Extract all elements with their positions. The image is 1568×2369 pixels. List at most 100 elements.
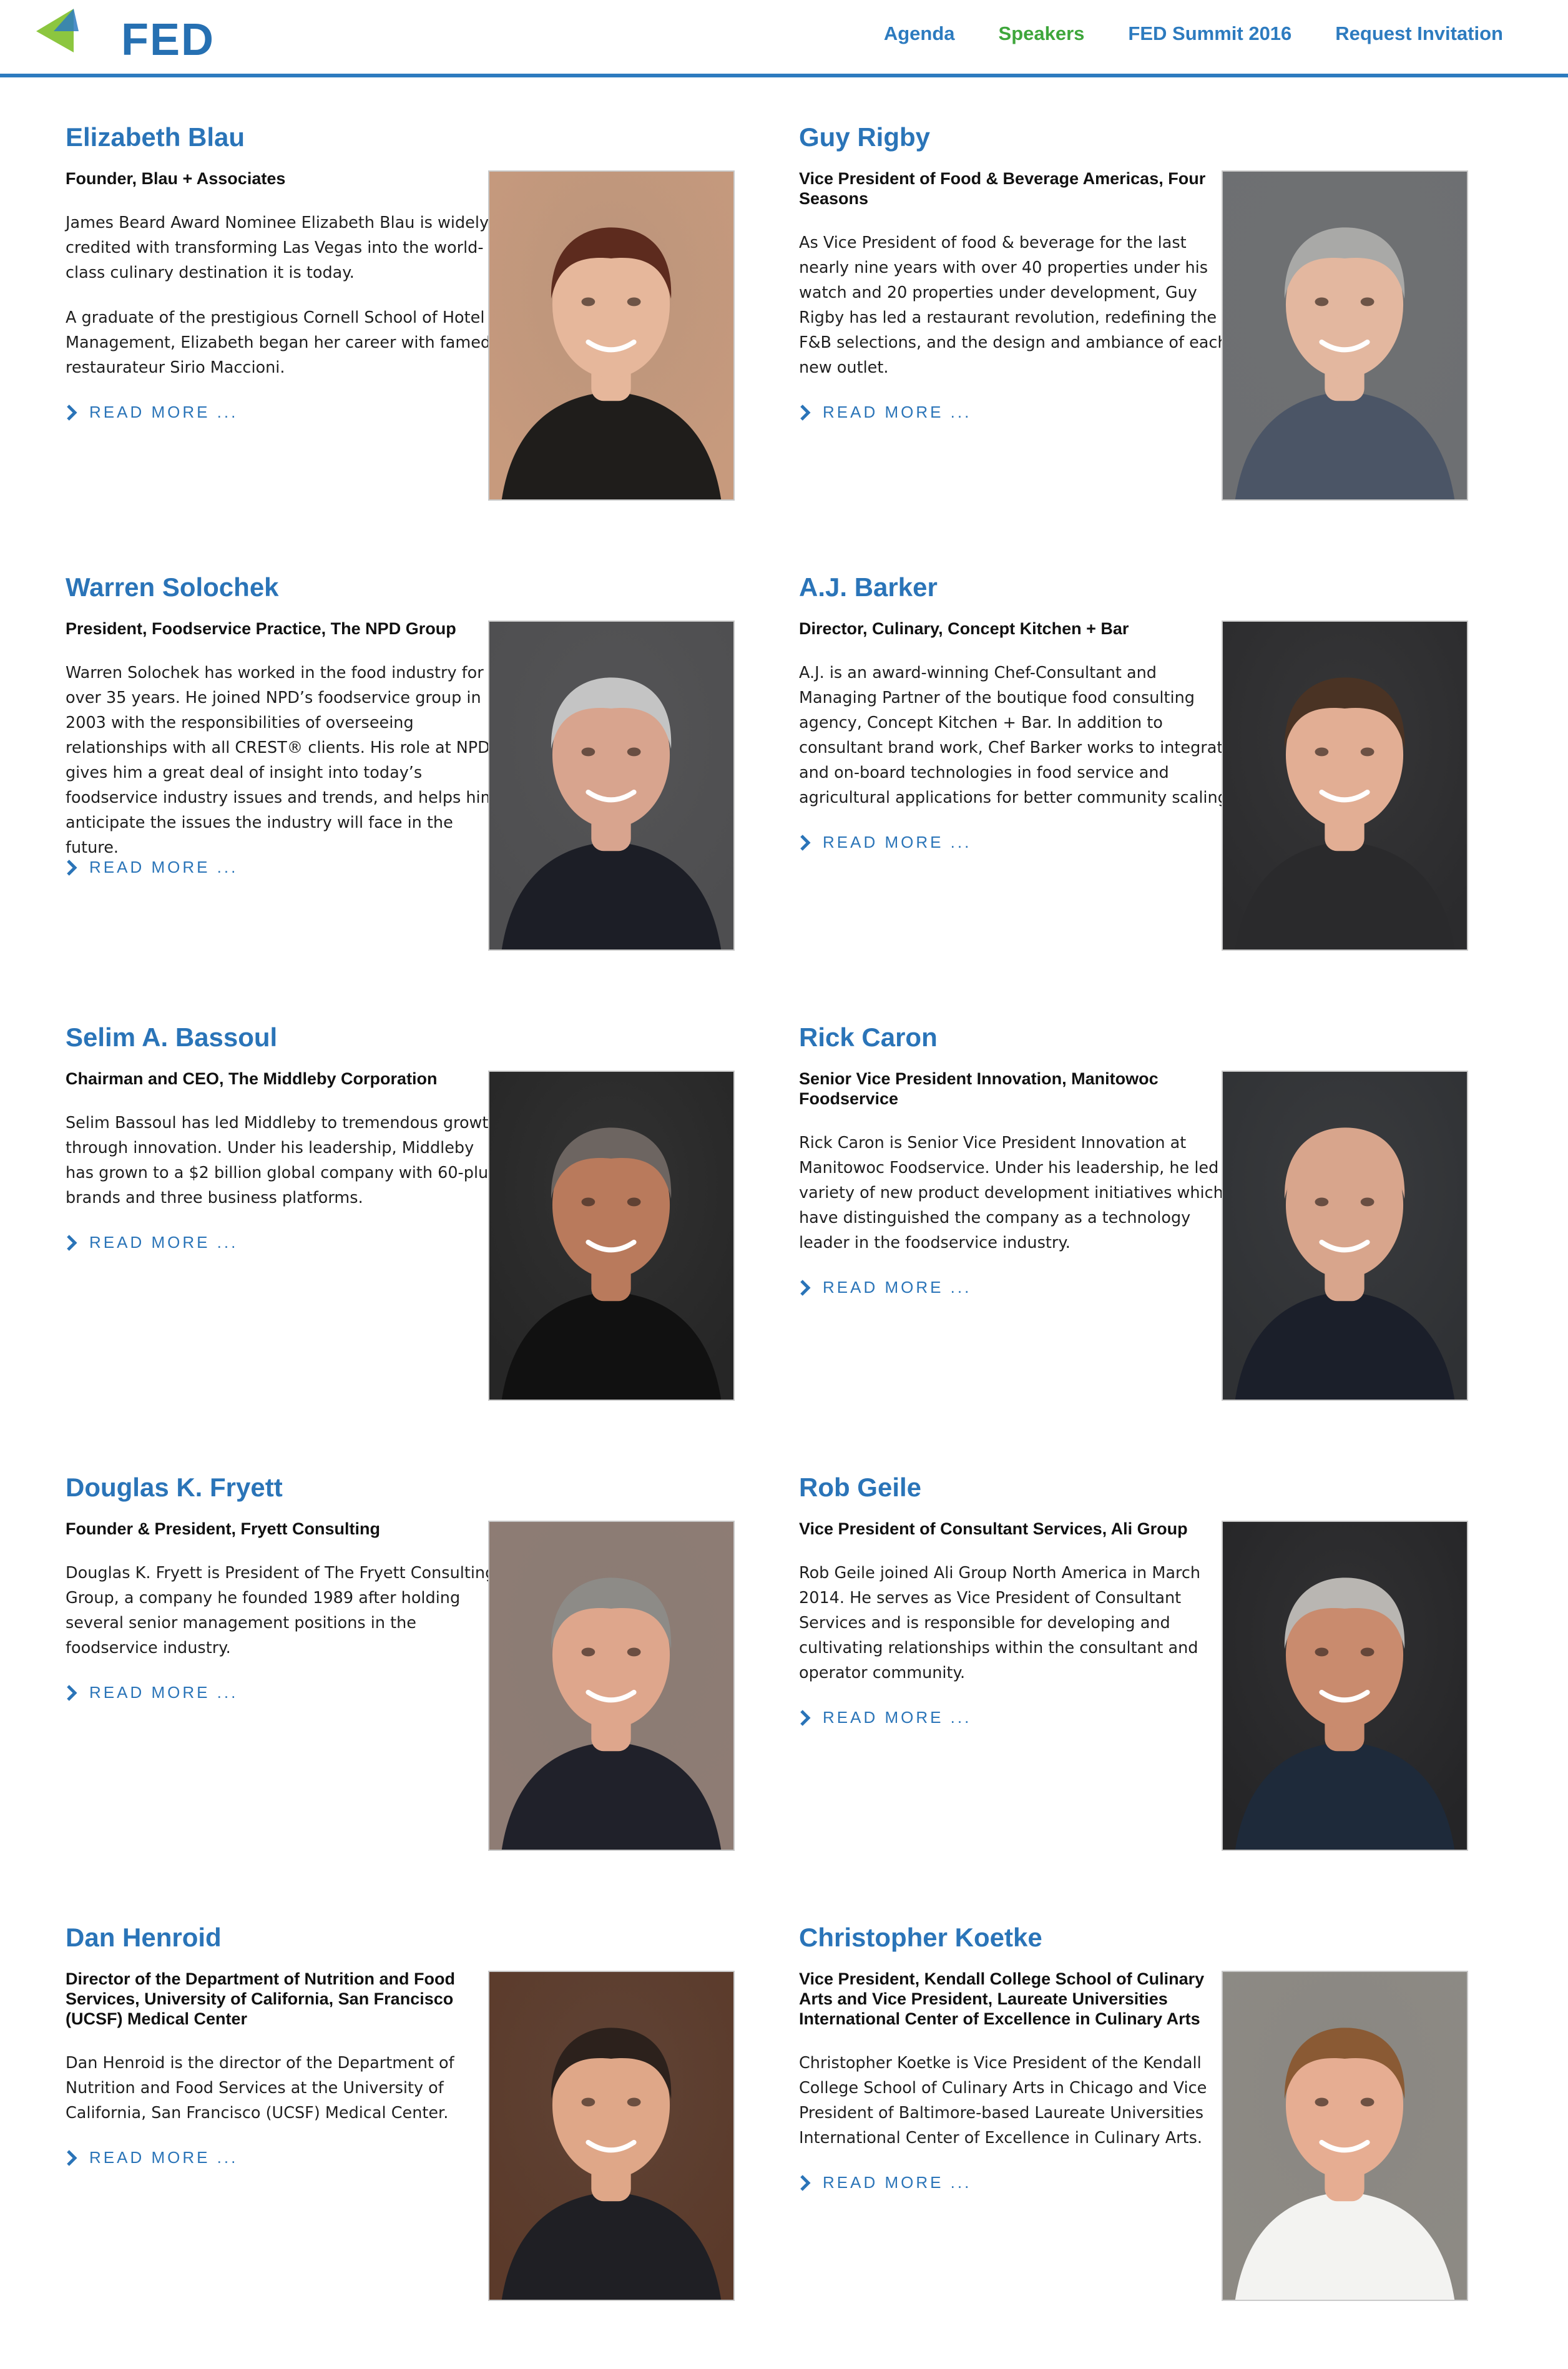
speaker-photo: [1222, 1521, 1468, 1851]
bio-paragraph: Dan Henroid is the director of the Depar…: [66, 2054, 454, 2122]
read-more-label: READ MORE ...: [823, 403, 972, 421]
read-more-link[interactable]: READ MORE ...: [799, 833, 971, 852]
speaker-name[interactable]: Warren Solochek: [66, 569, 279, 606]
speaker-card: Warren Solochek President, Foodservice Pr…: [66, 569, 735, 1019]
chevron-right-icon: [67, 859, 77, 876]
bio-paragraph: A graduate of the prestigious Cornell Sc…: [66, 308, 491, 377]
speaker-card: Christopher Koetke Vice President, Kendal…: [799, 1919, 1468, 2369]
read-more-link[interactable]: READ MORE ...: [66, 2148, 238, 2167]
speaker-role: Chairman and CEO, The Middleby Corporati…: [66, 1069, 438, 1088]
read-more-label: READ MORE ...: [823, 1278, 972, 1297]
chevron-right-icon: [800, 1709, 811, 1726]
speaker-role: Founder, Blau + Associates: [66, 169, 286, 188]
read-more-link[interactable]: READ MORE ...: [66, 858, 238, 877]
speaker-photo: [488, 1971, 735, 2301]
speaker-bio: Rob Geile joined Ali Group North America…: [799, 1561, 1239, 1705]
site-header: FED Agenda Speakers FED Summit 2016 Request…: [0, 0, 1568, 77]
read-more-label: READ MORE ...: [89, 403, 238, 421]
bio-paragraph: Warren Solochek has worked in the food i…: [66, 664, 496, 857]
speaker-photo: [1222, 1071, 1468, 1401]
read-more-link[interactable]: READ MORE ...: [799, 1278, 971, 1297]
read-more-label: READ MORE ...: [89, 2148, 238, 2167]
main-nav: Agenda Speakers FED Summit 2016 Request Inv…: [884, 24, 1503, 43]
read-more-link[interactable]: READ MORE ...: [66, 1683, 238, 1702]
speaker-name[interactable]: Douglas K. Fryett: [66, 1469, 283, 1506]
speaker-card: Douglas K. Fryett Founder & President, Fr…: [66, 1469, 735, 1919]
speaker-bio: Dan Henroid is the director of the Depar…: [66, 2051, 506, 2146]
chevron-right-icon: [67, 404, 77, 421]
bio-paragraph: Rob Geile joined Ali Group North America…: [799, 1564, 1201, 1682]
bio-paragraph: As Vice President of food & beverage for…: [799, 233, 1228, 377]
speaker-name[interactable]: Christopher Koetke: [799, 1919, 1042, 1956]
speaker-role: Senior Vice President Innovation, Manito…: [799, 1069, 1159, 1108]
read-more-link[interactable]: READ MORE ...: [799, 403, 971, 422]
chevron-right-icon: [67, 1684, 77, 1701]
read-more-link[interactable]: READ MORE ...: [66, 1233, 238, 1252]
bio-paragraph: Christopher Koetke is Vice President of …: [799, 2054, 1207, 2147]
read-more-label: READ MORE ...: [89, 1683, 238, 1702]
speaker-photo: [1222, 620, 1468, 951]
nav-item-speakers[interactable]: Speakers: [999, 24, 1085, 43]
speaker-photo: [488, 1521, 735, 1851]
speaker-role: Director, Culinary, Concept Kitchen + Ba…: [799, 619, 1129, 638]
speaker-role: Vice President of Food & Beverage Americ…: [799, 169, 1206, 208]
bio-paragraph: Douglas K. Fryett is President of The Fr…: [66, 1564, 496, 1657]
speaker-name[interactable]: Selim A. Bassoul: [66, 1019, 277, 1056]
bio-paragraph: Selim Bassoul has led Middleby to tremen…: [66, 1114, 499, 1207]
read-more-label: READ MORE ...: [89, 858, 238, 876]
speaker-bio: Warren Solochek has worked in the food i…: [66, 660, 506, 880]
read-more-label: READ MORE ...: [823, 1708, 972, 1727]
speaker-bio: James Beard Award Nominee Elizabeth Blau…: [66, 210, 506, 400]
speaker-photo: [488, 620, 735, 951]
speaker-name[interactable]: Rob Geile: [799, 1469, 921, 1506]
speaker-role: Founder & President, Fryett Consulting: [66, 1519, 381, 1538]
speaker-name[interactable]: Guy Rigby: [799, 119, 930, 156]
speaker-role: Director of the Department of Nutrition …: [66, 1969, 455, 2028]
speaker-card: Selim A. Bassoul Chairman and CEO, The Mi…: [66, 1019, 735, 1469]
nav-item-fed-summit-2016[interactable]: FED Summit 2016: [1128, 24, 1291, 43]
bio-paragraph: A.J. is an award-winning Chef-Consultant…: [799, 664, 1233, 807]
speaker-name[interactable]: Rick Caron: [799, 1019, 938, 1056]
speaker-role: Vice President of Consultant Services, A…: [799, 1519, 1188, 1538]
fed-logo[interactable]: FED: [35, 6, 213, 66]
chevron-right-icon: [800, 1279, 811, 1296]
read-more-label: READ MORE ...: [823, 2173, 972, 2192]
speaker-card: Rick Caron Senior Vice President Innovati…: [799, 1019, 1468, 1469]
speaker-card: Dan Henroid Director of the Department of…: [66, 1919, 735, 2369]
speaker-bio: Douglas K. Fryett is President of The Fr…: [66, 1561, 506, 1680]
speakers-grid: Elizabeth Blau Founder, Blau + Associates…: [66, 119, 1501, 2369]
triangle-logo-icon: [36, 9, 79, 52]
chevron-right-icon: [67, 1234, 77, 1251]
speaker-bio: As Vice President of food & beverage for…: [799, 230, 1239, 400]
read-more-link[interactable]: READ MORE ...: [66, 403, 238, 422]
speaker-name[interactable]: A.J. Barker: [799, 569, 938, 606]
chevron-right-icon: [800, 404, 811, 421]
speaker-card: Rob Geile Vice President of Consultant Se…: [799, 1469, 1468, 1919]
read-more-link[interactable]: READ MORE ...: [799, 2173, 971, 2192]
speaker-role: President, Foodservice Practice, The NPD…: [66, 619, 456, 638]
speaker-photo: [488, 170, 735, 501]
bio-paragraph: James Beard Award Nominee Elizabeth Blau…: [66, 213, 489, 282]
nav-item-agenda[interactable]: Agenda: [884, 24, 955, 43]
nav-item-request-invitation[interactable]: Request Invitation: [1335, 24, 1503, 43]
speaker-bio: Rick Caron is Senior Vice President Inno…: [799, 1131, 1239, 1275]
speaker-photo: [1222, 1971, 1468, 2301]
speaker-card: A.J. Barker Director, Culinary, Concept K…: [799, 569, 1468, 1019]
speaker-bio: A.J. is an award-winning Chef-Consultant…: [799, 660, 1239, 830]
speaker-photo: [488, 1071, 735, 1401]
bio-paragraph: Rick Caron is Senior Vice President Inno…: [799, 1134, 1234, 1252]
speaker-role: Vice President, Kendall College School o…: [799, 1969, 1205, 2028]
chevron-right-icon: [67, 2149, 77, 2166]
chevron-right-icon: [800, 2174, 811, 2191]
chevron-right-icon: [800, 834, 811, 851]
speaker-photo: [1222, 170, 1468, 501]
speaker-card: Guy Rigby Vice President of Food & Bevera…: [799, 119, 1468, 569]
speaker-name[interactable]: Dan Henroid: [66, 1919, 222, 1956]
speaker-card: Elizabeth Blau Founder, Blau + Associates…: [66, 119, 735, 569]
speaker-bio: Christopher Koetke is Vice President of …: [799, 2051, 1239, 2170]
logo-text: FED: [121, 15, 215, 65]
speaker-name[interactable]: Elizabeth Blau: [66, 119, 245, 156]
speaker-bio: Selim Bassoul has led Middleby to tremen…: [66, 1111, 506, 1230]
read-more-link[interactable]: READ MORE ...: [799, 1708, 971, 1727]
read-more-label: READ MORE ...: [823, 833, 972, 851]
